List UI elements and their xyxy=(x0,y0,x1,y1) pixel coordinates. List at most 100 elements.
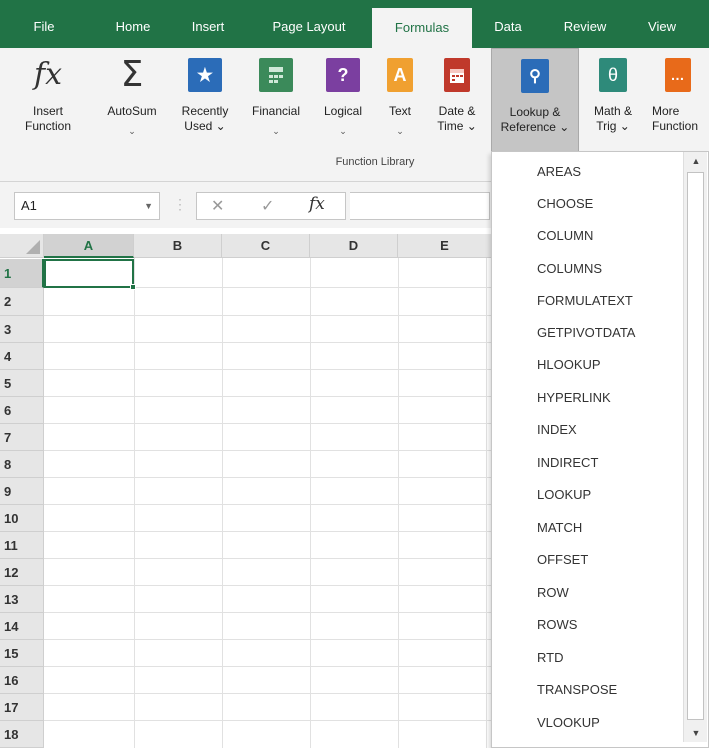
grip-icon: ⋮ xyxy=(173,196,187,212)
more-book-icon: … xyxy=(664,58,691,92)
row-header-16[interactable]: 16 xyxy=(0,667,44,694)
math-trig-button[interactable]: θ Math & Trig ⌄ xyxy=(584,48,642,160)
recently-used-label-2: Used ⌄ xyxy=(184,119,226,133)
menu-item-index[interactable]: INDEX xyxy=(537,420,577,440)
row-header-15[interactable]: 15 xyxy=(0,640,44,667)
selected-cell-a1[interactable] xyxy=(44,259,136,290)
row-header-5[interactable]: 5 xyxy=(0,370,44,397)
menu-scrollbar[interactable]: ▲ ▼ xyxy=(683,152,707,742)
insert-function-button[interactable]: fx Insert Function xyxy=(8,48,88,160)
tab-view[interactable]: View xyxy=(630,0,694,48)
function-library-group-label: Function Library xyxy=(335,156,415,168)
math-trig-label-1: Math & xyxy=(593,104,632,118)
lookup-reference-label-2: Reference ⌄ xyxy=(500,120,570,134)
date-time-label-1: Date & xyxy=(438,104,476,118)
logical-button[interactable]: ? Logical ⌄ xyxy=(312,48,374,160)
menu-item-hlookup[interactable]: HLOOKUP xyxy=(537,355,601,375)
menu-item-hyperlink[interactable]: HYPERLINK xyxy=(537,388,611,408)
menu-item-column[interactable]: COLUMN xyxy=(537,226,593,246)
row-header-17[interactable]: 17 xyxy=(0,694,44,721)
menu-item-choose[interactable]: CHOOSE xyxy=(537,194,593,214)
menu-item-rows[interactable]: ROWS xyxy=(537,615,577,635)
tab-home[interactable]: Home xyxy=(100,0,166,48)
fill-handle[interactable] xyxy=(130,284,136,290)
menu-item-match[interactable]: MATCH xyxy=(537,518,582,538)
menu-item-lookup[interactable]: LOOKUP xyxy=(537,485,591,505)
row-header-8[interactable]: 8 xyxy=(0,451,44,478)
scrollbar-thumb[interactable] xyxy=(687,172,704,720)
text-book-icon: A xyxy=(387,58,413,92)
ribbon-tab-bar: File Home Insert Page Layout Formulas Da… xyxy=(0,0,709,48)
row-header-2[interactable]: 2 xyxy=(0,288,44,316)
recently-used-button[interactable]: ★ Recently Used ⌄ xyxy=(172,48,238,160)
menu-item-columns[interactable]: COLUMNS xyxy=(537,259,602,279)
question-book-icon: ? xyxy=(326,58,360,92)
more-functions-button[interactable]: … More Function xyxy=(646,48,709,160)
chevron-down-icon: ⌄ xyxy=(339,126,347,136)
text-button[interactable]: A Text ⌄ xyxy=(380,48,420,160)
math-trig-label-2: Trig ⌄ xyxy=(596,119,630,133)
tab-insert[interactable]: Insert xyxy=(178,0,238,48)
lookup-reference-button[interactable]: ⚲ Lookup & Reference ⌄ xyxy=(491,48,579,153)
column-header-b[interactable]: B xyxy=(134,234,222,258)
sigma-icon: Σ xyxy=(120,54,144,95)
menu-item-offset[interactable]: OFFSET xyxy=(537,550,588,570)
autosum-button[interactable]: Σ AutoSum ⌄ xyxy=(96,48,168,160)
column-header-c[interactable]: C xyxy=(222,234,310,258)
menu-item-row[interactable]: ROW xyxy=(537,583,569,603)
row-header-14[interactable]: 14 xyxy=(0,613,44,640)
chevron-down-icon: ⌄ xyxy=(396,126,404,136)
row-header-11[interactable]: 11 xyxy=(0,532,44,559)
tab-review[interactable]: Review xyxy=(550,0,620,48)
menu-item-transpose[interactable]: TRANSPOSE xyxy=(537,680,617,700)
more-functions-label-1: More xyxy=(652,104,680,118)
theta-book-icon: θ xyxy=(599,58,627,92)
select-all-corner[interactable] xyxy=(0,234,44,258)
more-functions-label-2: Function xyxy=(652,119,699,133)
scroll-up-icon[interactable]: ▲ xyxy=(684,152,708,170)
row-header-1[interactable]: 1 xyxy=(0,259,44,288)
column-header-e[interactable]: E xyxy=(398,234,492,258)
row-header-4[interactable]: 4 xyxy=(0,343,44,370)
recently-used-label-1: Recently xyxy=(181,104,229,118)
column-header-a[interactable]: A xyxy=(44,234,134,258)
row-header-18[interactable]: 18 xyxy=(0,721,44,748)
insert-function-label-2: Function xyxy=(24,119,72,133)
enter-icon[interactable]: ✓ xyxy=(261,196,274,216)
logical-label: Logical xyxy=(323,104,363,118)
lookup-reference-menu: AREAS CHOOSE COLUMN COLUMNS FORMULATEXT … xyxy=(491,151,709,748)
row-header-6[interactable]: 6 xyxy=(0,397,44,424)
tab-file[interactable]: File xyxy=(14,0,74,48)
star-book-icon: ★ xyxy=(188,58,222,92)
text-label: Text xyxy=(388,104,411,118)
menu-item-indirect[interactable]: INDIRECT xyxy=(537,453,598,473)
tab-data[interactable]: Data xyxy=(480,0,536,48)
search-book-icon: ⚲ xyxy=(521,59,549,93)
chevron-down-icon[interactable]: ▼ xyxy=(144,193,153,219)
column-header-d[interactable]: D xyxy=(310,234,398,258)
name-box[interactable]: A1 ▼ xyxy=(14,192,160,220)
date-time-button[interactable]: Date & Time ⌄ xyxy=(428,48,486,160)
menu-item-getpivotdata[interactable]: GETPIVOTDATA xyxy=(537,323,635,343)
worksheet-grid[interactable]: A B C D E 1 2 3 4 5 6 7 8 9 10 11 12 13 … xyxy=(0,228,492,748)
formula-buttons: ✕ ✓ fx xyxy=(196,192,346,220)
menu-item-vlookup[interactable]: VLOOKUP xyxy=(537,713,600,733)
tab-page-layout[interactable]: Page Layout xyxy=(254,0,364,48)
tab-formulas[interactable]: Formulas xyxy=(372,8,472,48)
calendar-book-icon xyxy=(444,58,470,92)
financial-button[interactable]: Financial ⌄ xyxy=(244,48,308,160)
row-header-9[interactable]: 9 xyxy=(0,478,44,505)
row-header-7[interactable]: 7 xyxy=(0,424,44,451)
insert-function-fx-icon[interactable]: fx xyxy=(309,194,325,214)
chevron-down-icon: ⌄ xyxy=(128,126,136,136)
row-header-10[interactable]: 10 xyxy=(0,505,44,532)
scroll-down-icon[interactable]: ▼ xyxy=(684,724,708,742)
menu-item-rtd[interactable]: RTD xyxy=(537,648,563,668)
row-header-13[interactable]: 13 xyxy=(0,586,44,613)
cancel-icon[interactable]: ✕ xyxy=(211,196,224,216)
row-header-12[interactable]: 12 xyxy=(0,559,44,586)
row-header-3[interactable]: 3 xyxy=(0,316,44,343)
menu-item-formulatext[interactable]: FORMULATEXT xyxy=(537,291,633,311)
formula-input[interactable] xyxy=(350,192,490,220)
menu-item-areas[interactable]: AREAS xyxy=(537,162,581,182)
